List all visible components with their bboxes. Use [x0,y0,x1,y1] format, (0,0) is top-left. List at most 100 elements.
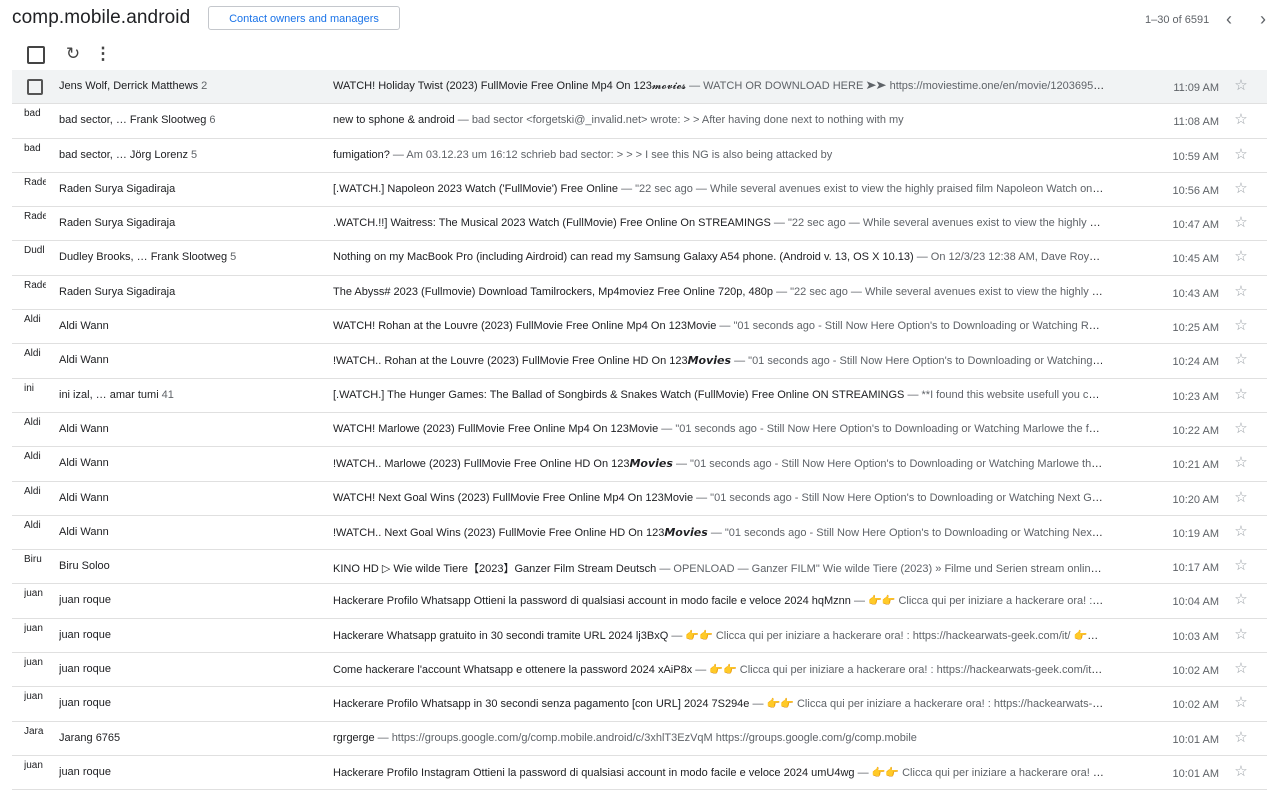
thread-subject-line: WATCH! Rohan at the Louvre (2023) FullMo… [333,320,1105,332]
thread-row[interactable]: Aldi Aldi Wann WATCH! Marlowe (2023) FullM… [12,413,1267,448]
thread-subject-line: !WATCH.. Next Goal Wins (2023) FullMovie… [333,526,1105,539]
star-icon[interactable]: ☆ [1232,763,1250,781]
star-icon[interactable]: ☆ [1232,420,1250,438]
thread-snippet: — "01 seconds ago - Still Now Here Optio… [693,491,1105,504]
thread-snippet: — 👉👉 Clicca qui per iniziare a hackerare… [854,766,1105,779]
thread-subject-line: WATCH! Holiday Twist (2023) FullMovie Fr… [333,80,1105,93]
thread-row[interactable]: juan juan roque Hackerare Profilo Whatsapp… [12,584,1267,619]
avatar: juan [24,622,43,634]
message-count: 6 [209,114,216,127]
avatar: bad [24,142,41,154]
thread-row[interactable]: Jara Jarang 6765 rgrgerge — https://groups… [12,722,1267,756]
star-icon[interactable]: ☆ [1232,557,1250,575]
thread-subject: [.WATCH.] The Hunger Games: The Ballad o… [333,388,905,401]
thread-row[interactable]: bad bad sector, … Jörg Lorenz 5 fumigation?… [12,139,1267,173]
author-names: juan roque [59,628,111,641]
thread-subject: Nothing on my MacBook Pro (including Air… [333,251,914,264]
thread-row[interactable]: Aldi Aldi Wann WATCH! Next Goal Wins (2023… [12,482,1267,516]
thread-time: 10:22 AM [1172,424,1219,437]
star-icon[interactable]: ☆ [1232,77,1250,95]
thread-row[interactable]: Aldi Aldi Wann WATCH! Rohan at the Louvre … [12,310,1267,345]
chevron-right-icon[interactable]: › [1252,8,1274,30]
author-names: Aldi Wann [59,354,109,367]
thread-subject: Hackerare Whatsapp gratuito in 30 second… [333,629,669,642]
thread-subject-line: [.WATCH.] Napoleon 2023 Watch ('FullMovi… [333,183,1105,195]
thread-row[interactable]: Aldi Aldi Wann !WATCH.. Next Goal Wins (20… [12,516,1267,551]
thread-snippet: — https://groups.google.com/g/comp.mobil… [374,731,917,744]
author-names: juan roque [59,697,111,710]
thread-subject: Hackerare Profilo Whatsapp Ottieni la pa… [333,595,851,608]
thread-subject: rgrgerge [333,731,375,744]
star-icon[interactable]: ☆ [1232,248,1250,266]
thread-row[interactable]: Rade Raden Surya Sigadiraja .WATCH.!!] Wai… [12,207,1267,242]
thread-row[interactable]: juan juan roque Come hackerare l'account W… [12,653,1267,688]
thread-time: 10:47 AM [1172,219,1219,232]
thread-row[interactable]: Jens Wolf, Derrick Matthews 2 WATCH! Holid… [12,70,1267,105]
author-names: Raden Surya Sigadiraja [59,182,176,195]
star-icon[interactable]: ☆ [1232,180,1250,198]
thread-time: 10:21 AM [1172,459,1219,472]
star-icon[interactable]: ☆ [1232,489,1250,507]
thread-snippet: — **I found this website usefull you can… [904,388,1105,401]
thread-time: 10:17 AM [1172,562,1219,575]
avatar: Rade [24,176,46,188]
thread-row[interactable]: Dudl Dudley Brooks, … Frank Slootweg 5 Noth… [12,241,1267,276]
refresh-icon[interactable]: ↻ [63,43,83,65]
star-icon[interactable]: ☆ [1232,283,1250,301]
thread-row[interactable]: Rade Raden Surya Sigadiraja [.WATCH.] Napo… [12,173,1267,208]
avatar: Aldi [24,314,41,326]
contact-owners-button[interactable]: Contact owners and managers [208,6,400,30]
star-icon[interactable]: ☆ [1232,523,1250,541]
star-icon[interactable]: ☆ [1232,694,1250,712]
message-count: 5 [191,148,198,161]
thread-snippet: — "22 sec ago — While several avenues ex… [773,285,1105,298]
thread-subject-line: !WATCH.. Rohan at the Louvre (2023) Full… [333,354,1105,367]
star-icon[interactable]: ☆ [1232,214,1250,232]
thread-time: 10:04 AM [1172,596,1219,609]
thread-row[interactable]: juan juan roque Hackerare Profilo Instagra… [12,756,1267,791]
thread-subject-line: [.WATCH.] The Hunger Games: The Ballad o… [333,389,1105,401]
star-icon[interactable]: ☆ [1232,626,1250,644]
star-icon[interactable]: ☆ [1232,386,1250,404]
thread-row[interactable]: ini ini izal, … amar tumi 41 [.WATCH.] The … [12,379,1267,413]
select-all-checkbox[interactable] [27,46,45,64]
thread-row[interactable]: Aldi Aldi Wann !WATCH.. Rohan at the Louvr… [12,344,1267,379]
thread-authors: Raden Surya Sigadiraja [59,217,329,229]
more-vert-icon[interactable]: ⋮ [94,43,112,65]
thread-row[interactable]: bad bad sector, … Frank Slootweg 6 new to s… [12,104,1267,139]
thread-authors: Raden Surya Sigadiraja [59,183,329,195]
star-icon[interactable]: ☆ [1232,454,1250,472]
author-names: bad sector, … Frank Slootweg [59,114,207,127]
star-icon[interactable]: ☆ [1232,729,1250,747]
thread-time: 10:19 AM [1172,527,1219,540]
avatar: juan [24,657,43,669]
thread-authors: Aldi Wann [59,320,329,332]
star-icon[interactable]: ☆ [1232,111,1250,129]
thread-row[interactable]: Aldi Aldi Wann !WATCH.. Marlowe (2023) Ful… [12,447,1267,482]
row-checkbox[interactable] [27,79,43,95]
star-icon[interactable]: ☆ [1232,351,1250,369]
thread-authors: Jens Wolf, Derrick Matthews 2 [59,80,329,92]
author-names: ini izal, … amar tumi [59,388,159,401]
message-count: 5 [230,251,237,264]
thread-row[interactable]: juan juan roque Hackerare Profilo Whatsapp… [12,687,1267,722]
thread-authors: juan roque [59,766,329,778]
author-names: juan roque [59,594,111,607]
star-icon[interactable]: ☆ [1232,146,1250,164]
thread-snippet: — 👉👉 Clicca qui per iniziare a hackerare… [668,629,1105,642]
thread-row[interactable]: Biru Biru Soloo KINO HD ▷ Wie wilde Tiere【… [12,550,1267,585]
author-names: Raden Surya Sigadiraja [59,285,176,298]
star-icon[interactable]: ☆ [1232,660,1250,678]
avatar: ini [24,382,35,394]
star-icon[interactable]: ☆ [1232,317,1250,335]
thread-row[interactable]: Rade Raden Surya Sigadiraja The Abyss# 202… [12,276,1267,311]
thread-time: 10:25 AM [1172,322,1219,335]
thread-list: Jens Wolf, Derrick Matthews 2 WATCH! Holid… [12,70,1267,791]
thread-authors: Aldi Wann [59,457,329,469]
thread-time: 10:03 AM [1172,630,1219,643]
chevron-left-icon[interactable]: ‹ [1218,8,1240,30]
thread-row[interactable]: juan juan roque Hackerare Whatsapp gratuit… [12,619,1267,654]
avatar: Dudl [24,245,45,257]
star-icon[interactable]: ☆ [1232,591,1250,609]
thread-authors: Aldi Wann [59,526,329,538]
